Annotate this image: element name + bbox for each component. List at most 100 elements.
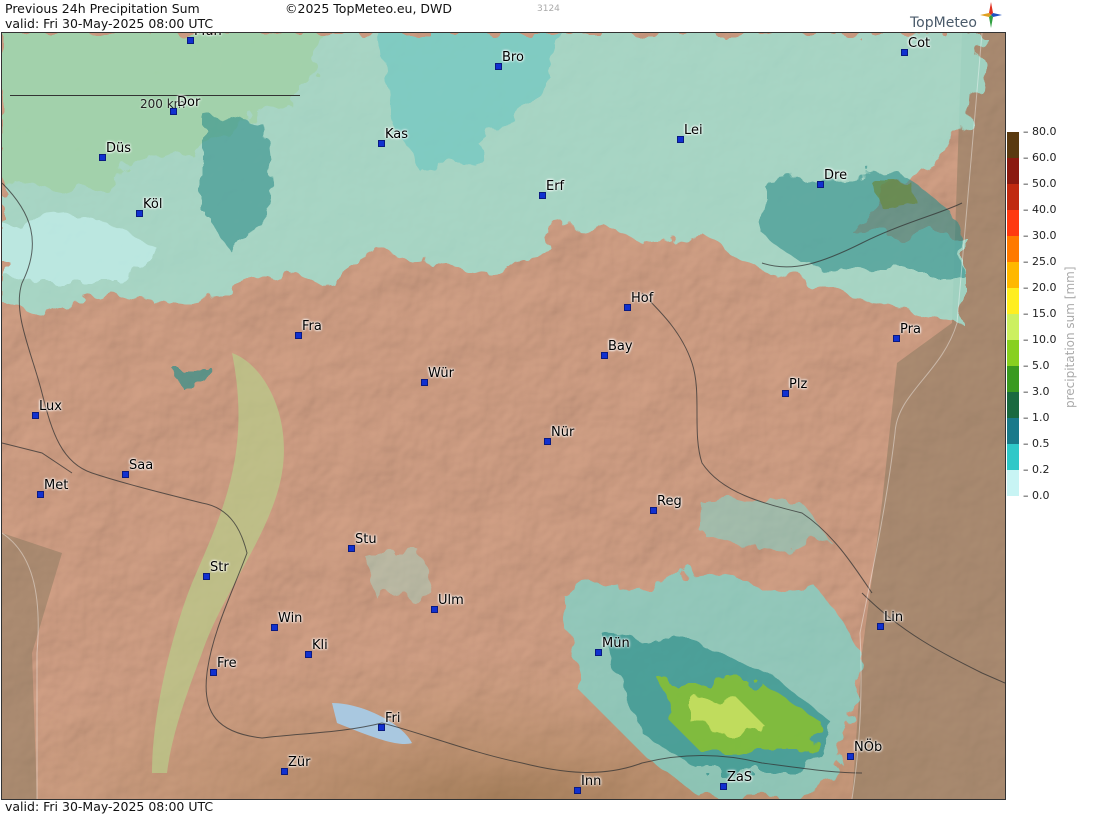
city-label: ZaS xyxy=(727,770,753,785)
legend-label: – 60.0 xyxy=(1023,151,1057,164)
city-label: Lin xyxy=(884,610,904,625)
city-marker-icon[interactable] xyxy=(901,49,908,56)
city-label: Fra xyxy=(302,319,322,334)
legend-swatch xyxy=(1007,314,1019,340)
city-label: Met xyxy=(44,478,69,493)
map-title: Previous 24h Precipitation Sum xyxy=(5,1,200,16)
city-label: Bay xyxy=(608,339,633,354)
city-label: Köl xyxy=(143,197,163,212)
scale-bar: 200 km xyxy=(10,83,300,111)
city-marker-icon[interactable] xyxy=(271,624,278,631)
legend-label: – 40.0 xyxy=(1023,203,1057,216)
city-label: Nür xyxy=(551,425,575,440)
city-label: Kas xyxy=(385,127,409,142)
city-marker-icon[interactable] xyxy=(348,545,355,552)
legend-label: – 5.0 xyxy=(1023,359,1050,372)
city-label: Dre xyxy=(824,168,848,183)
legend-swatch xyxy=(1007,158,1019,184)
city-label: Cot xyxy=(908,36,931,51)
city-label: Pra xyxy=(900,322,921,337)
legend-swatch xyxy=(1007,366,1019,392)
city-marker-icon[interactable] xyxy=(99,154,106,161)
city-marker-icon[interactable] xyxy=(378,724,385,731)
legend-label: – 0.0 xyxy=(1023,489,1050,502)
city-label: Hof xyxy=(631,291,654,306)
city-marker-icon[interactable] xyxy=(378,140,385,147)
city-marker-icon[interactable] xyxy=(893,335,900,342)
legend-label: – 1.0 xyxy=(1023,411,1050,424)
city-label: Saa xyxy=(129,458,154,473)
city-label: Reg xyxy=(657,494,682,509)
city-marker-icon[interactable] xyxy=(601,352,608,359)
city-marker-icon[interactable] xyxy=(203,573,210,580)
city-label: Fri xyxy=(385,711,401,726)
city-marker-icon[interactable] xyxy=(544,438,551,445)
legend-label: – 0.2 xyxy=(1023,463,1050,476)
city-marker-icon[interactable] xyxy=(421,379,428,386)
copyright: ©2025 TopMeteo.eu, DWD xyxy=(285,1,453,16)
legend-label: – 20.0 xyxy=(1023,281,1057,294)
brand-name: TopMeteo xyxy=(910,15,977,31)
legend-label: – 10.0 xyxy=(1023,333,1057,346)
city-marker-icon[interactable] xyxy=(170,108,177,115)
city-label: Fre xyxy=(217,656,237,671)
legend-swatch xyxy=(1007,262,1019,288)
city-label: Mün xyxy=(602,636,630,651)
precipitation-map[interactable]: 200 km Mün Bro Cot Dor Kas Lei Düs Dre Erf Köl Hof… xyxy=(1,32,1006,800)
valid-time-top: valid: Fri 30-May-2025 08:00 UTC xyxy=(5,16,214,31)
city-marker-icon[interactable] xyxy=(650,507,657,514)
city-marker-icon[interactable] xyxy=(877,623,884,630)
city-label: Inn xyxy=(581,774,602,789)
city-label: Stu xyxy=(355,532,377,547)
city-marker-icon[interactable] xyxy=(595,649,602,656)
city-marker-icon[interactable] xyxy=(574,787,581,794)
city-marker-icon[interactable] xyxy=(281,768,288,775)
city-label: Wür xyxy=(428,366,454,381)
city-label: Erf xyxy=(546,179,565,194)
city-marker-icon[interactable] xyxy=(187,37,194,44)
city-label: Win xyxy=(278,611,303,626)
legend-swatch xyxy=(1007,340,1019,366)
legend-label: – 3.0 xyxy=(1023,385,1050,398)
city-marker-icon[interactable] xyxy=(32,412,39,419)
legend-swatch xyxy=(1007,392,1019,418)
city-label: Düs xyxy=(106,141,132,156)
city-label: Str xyxy=(210,560,229,575)
city-marker-icon[interactable] xyxy=(210,669,217,676)
city-marker-icon[interactable] xyxy=(624,304,631,311)
city-marker-icon[interactable] xyxy=(37,491,44,498)
legend-swatch xyxy=(1007,444,1019,470)
compass-logo-icon xyxy=(980,2,1002,28)
legend-swatch xyxy=(1007,132,1019,158)
legend-swatch xyxy=(1007,470,1019,496)
legend-swatch xyxy=(1007,288,1019,314)
legend-label: – 15.0 xyxy=(1023,307,1057,320)
legend-label: – 0.5 xyxy=(1023,437,1050,450)
city-marker-icon[interactable] xyxy=(122,471,129,478)
city-marker-icon[interactable] xyxy=(431,606,438,613)
legend-label: – 25.0 xyxy=(1023,255,1057,268)
legend-swatch xyxy=(1007,418,1019,444)
precipitation-legend: – 80.0 – 60.0 – 50.0 – 40.0 – 30.0 – 25.0 – 20… xyxy=(1005,125,1095,508)
city-marker-icon[interactable] xyxy=(782,390,789,397)
city-marker-icon[interactable] xyxy=(677,136,684,143)
city-marker-icon[interactable] xyxy=(305,651,312,658)
legend-label: – 80.0 xyxy=(1023,125,1057,138)
legend-swatch xyxy=(1007,210,1019,236)
legend-swatch xyxy=(1007,236,1019,262)
city-marker-icon[interactable] xyxy=(847,753,854,760)
city-marker-icon[interactable] xyxy=(295,332,302,339)
city-label: NÖb xyxy=(854,740,883,755)
city-marker-icon[interactable] xyxy=(539,192,546,199)
city-label: Kli xyxy=(312,638,328,653)
city-label: Mün xyxy=(194,33,222,39)
legend-label: – 50.0 xyxy=(1023,177,1057,190)
legend-label: – 30.0 xyxy=(1023,229,1057,242)
valid-time-bottom: valid: Fri 30-May-2025 08:00 UTC xyxy=(5,799,214,814)
city-label: Dor xyxy=(177,95,201,110)
city-marker-icon[interactable] xyxy=(136,210,143,217)
city-marker-icon[interactable] xyxy=(720,783,727,790)
city-label: Lei xyxy=(684,123,703,138)
city-marker-icon[interactable] xyxy=(495,63,502,70)
city-marker-icon[interactable] xyxy=(817,181,824,188)
